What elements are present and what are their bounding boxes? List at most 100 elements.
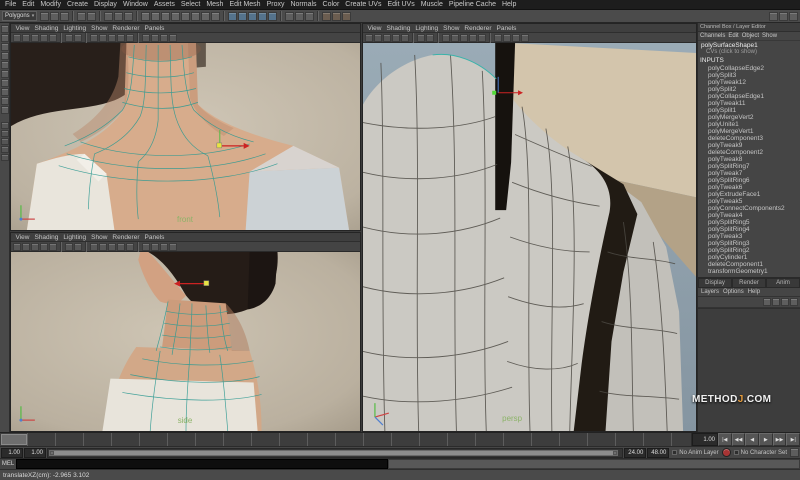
select-camera-icon[interactable] <box>13 242 21 251</box>
move-tool-icon[interactable] <box>0 52 9 60</box>
save-scene-icon[interactable] <box>60 11 70 21</box>
character-set-checkbox[interactable] <box>733 450 739 455</box>
history-node-item[interactable]: polyTweak9 <box>698 142 800 149</box>
show-attribute-editor-icon[interactable] <box>769 11 778 21</box>
history-node-item[interactable]: polySplit1 <box>698 107 800 114</box>
time-slider[interactable] <box>0 433 692 446</box>
layer-down-icon[interactable] <box>772 298 780 306</box>
snap-view-icon[interactable] <box>268 11 278 21</box>
range-bar[interactable] <box>49 449 618 456</box>
lock-camera-icon[interactable] <box>374 33 382 42</box>
textured-mode-icon[interactable] <box>160 242 168 251</box>
command-line-input[interactable] <box>16 459 388 469</box>
menu-item[interactable]: Window <box>120 1 151 8</box>
resolution-gate-icon[interactable] <box>460 33 468 42</box>
grid-toggle-icon[interactable] <box>442 33 450 42</box>
transport-button[interactable]: ◀◀ <box>731 433 746 446</box>
single-pane-layout-icon[interactable] <box>0 122 9 129</box>
bookmarks-icon[interactable] <box>40 242 48 251</box>
mask-deformations-icon[interactable] <box>181 11 191 21</box>
menu-item[interactable]: File <box>2 1 19 8</box>
grease-pencil-icon[interactable] <box>426 33 434 42</box>
gate-mask-icon[interactable] <box>117 242 125 251</box>
paint-select-tool-icon[interactable] <box>0 43 9 51</box>
current-time-field[interactable]: 1.00 <box>692 433 718 446</box>
film-gate-icon[interactable] <box>451 33 459 42</box>
history-node-item[interactable]: polySplit3 <box>698 72 800 79</box>
film-gate-icon[interactable] <box>99 33 107 42</box>
auto-keyframe-toggle[interactable] <box>721 448 731 457</box>
transport-button[interactable]: |◀ <box>718 433 732 446</box>
field-chart-icon[interactable] <box>126 33 134 42</box>
history-node-item[interactable]: polySplit2 <box>698 86 800 93</box>
transport-button[interactable]: ▶ <box>759 433 773 446</box>
history-node-item[interactable]: polyCollapseEdge2 <box>698 65 800 72</box>
ipr-render-icon[interactable] <box>332 11 342 21</box>
history-node-item[interactable]: polySplitRing5 <box>698 219 800 226</box>
history-node-item[interactable]: deleteComponent2 <box>698 149 800 156</box>
wireframe-mode-icon[interactable] <box>142 33 150 42</box>
lock-camera-icon[interactable] <box>22 33 30 42</box>
textured-mode-icon[interactable] <box>160 33 168 42</box>
new-scene-icon[interactable] <box>40 11 50 21</box>
shape-node-name[interactable]: polySurfaceShape1 <box>698 41 800 49</box>
construction-history-icon[interactable] <box>305 11 315 21</box>
menu-item[interactable]: Color <box>320 1 343 8</box>
channel-box-menu-item[interactable]: Object <box>742 33 759 39</box>
select-object-icon[interactable] <box>114 11 124 21</box>
menu-item[interactable]: Help <box>499 1 519 8</box>
panel-menu-item[interactable]: Shading <box>384 25 413 32</box>
snap-point-icon[interactable] <box>248 11 258 21</box>
select-component-icon[interactable] <box>124 11 134 21</box>
snap-plane-icon[interactable] <box>258 11 268 21</box>
viewport-persp[interactable]: persp <box>363 43 696 431</box>
gate-mask-icon[interactable] <box>117 33 125 42</box>
select-camera-icon[interactable] <box>13 33 21 42</box>
panel-menu-item[interactable]: View <box>13 25 32 32</box>
playback-end-field[interactable]: 24.00 <box>624 447 647 458</box>
panel-menu-item[interactable]: Renderer <box>110 234 142 241</box>
undo-icon[interactable] <box>77 11 87 21</box>
render-view-icon[interactable] <box>322 11 332 21</box>
animation-end-field[interactable]: 48.00 <box>647 447 670 458</box>
mask-surfaces-icon[interactable] <box>171 11 181 21</box>
last-tool-icon[interactable] <box>0 106 9 114</box>
layer-editor-menu-item[interactable]: Options <box>723 289 744 295</box>
wireframe-mode-icon[interactable] <box>494 33 502 42</box>
history-node-item[interactable]: polyMergeVert2 <box>698 114 800 121</box>
menu-item[interactable]: Select <box>178 1 203 8</box>
input-connections-icon[interactable] <box>285 11 295 21</box>
menu-item[interactable]: Mesh <box>203 1 226 8</box>
panel-menu-item[interactable]: View <box>365 25 384 32</box>
channel-box-menu-item[interactable]: Edit <box>728 33 738 39</box>
transport-button[interactable]: ◀ <box>745 433 760 446</box>
history-node-item[interactable]: polySplitRing7 <box>698 163 800 170</box>
transport-button[interactable]: ▶▶ <box>772 433 787 446</box>
playback-start-field[interactable]: 1.00 <box>24 447 46 458</box>
grease-pencil-icon[interactable] <box>74 242 82 251</box>
field-chart-icon[interactable] <box>126 242 134 251</box>
layer-editor-tab[interactable]: Anim <box>766 278 800 288</box>
menu-item[interactable]: Edit Mesh <box>226 1 263 8</box>
panel-menu-item[interactable]: Show <box>89 25 110 32</box>
history-node-item[interactable]: polyTweak3 <box>698 233 800 240</box>
layer-editor-tab[interactable]: Render <box>732 278 766 288</box>
panel-menu-item[interactable]: Lighting <box>61 25 89 32</box>
snap-curve-icon[interactable] <box>238 11 248 21</box>
shaded-mode-icon[interactable] <box>503 33 511 42</box>
persp-graph-layout-icon[interactable] <box>0 154 9 161</box>
menu-item[interactable]: Edit UVs <box>384 1 417 8</box>
history-node-item[interactable]: transformGeometry1 <box>698 268 800 275</box>
select-camera-icon[interactable] <box>365 33 373 42</box>
character-set-selector[interactable]: No Character Set <box>732 450 789 456</box>
panel-menu-item[interactable]: View <box>13 234 32 241</box>
resolution-gate-icon[interactable] <box>108 33 116 42</box>
transport-button[interactable]: ▶| <box>786 433 800 446</box>
history-node-item[interactable]: polyMergeVert1 <box>698 128 800 135</box>
bookmarks-icon[interactable] <box>40 33 48 42</box>
history-node-item[interactable]: polySplitRing6 <box>698 177 800 184</box>
new-empty-layer-icon[interactable] <box>781 298 789 306</box>
panel-menu-item[interactable]: Panels <box>142 25 167 32</box>
select-hierarchy-icon[interactable] <box>104 11 114 21</box>
2d-pan-zoom-icon[interactable] <box>417 33 425 42</box>
